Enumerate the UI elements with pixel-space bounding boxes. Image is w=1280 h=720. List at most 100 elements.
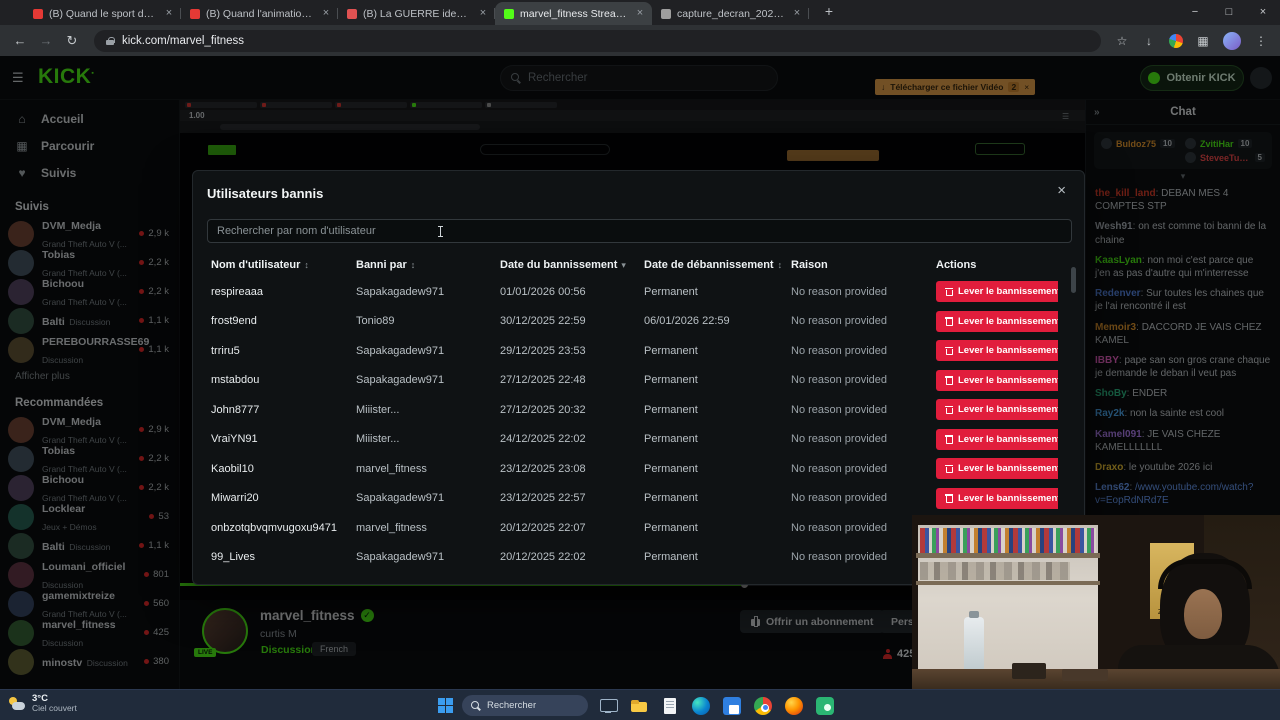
- ban-reason: No reason provided: [791, 344, 888, 357]
- banned-username: respireaaa: [211, 285, 263, 298]
- column-unban-date[interactable]: Date de débannissement ↕: [644, 259, 791, 271]
- ban-reason: No reason provided: [791, 492, 888, 505]
- browser-tab[interactable]: marvel_fitness Stream - Watch ×: [495, 2, 652, 25]
- ban-date: 23/12/2025 23:08: [500, 462, 586, 475]
- weather-widget[interactable]: 3°C Ciel couvert: [8, 693, 77, 714]
- ban-date: 27/12/2025 22:48: [500, 374, 586, 387]
- tab-close-icon[interactable]: ×: [633, 7, 647, 21]
- unban-button[interactable]: Lever le bannissement: [936, 281, 1058, 303]
- sort-icon[interactable]: ↕: [778, 260, 783, 270]
- unban-button[interactable]: Lever le bannissement: [936, 399, 1058, 421]
- trash-icon: [945, 376, 953, 385]
- banned-username: Miwarri20: [211, 492, 259, 505]
- tab-title: (B) Quand le sport devient TOX: [49, 7, 156, 20]
- taskbar-app-monitor[interactable]: [597, 695, 619, 717]
- banned-user-search-input[interactable]: [217, 225, 1062, 237]
- tab-close-icon[interactable]: ×: [162, 7, 176, 21]
- unban-date: 06/01/2026 22:59: [644, 315, 730, 328]
- new-tab-button[interactable]: +: [818, 1, 840, 23]
- ban-date: 29/12/2025 23:53: [500, 344, 586, 357]
- unban-button[interactable]: Lever le bannissement: [936, 340, 1058, 362]
- banned-username: VraiYN91: [211, 433, 258, 446]
- tab-title: capture_decran_2024-07-01_a: [677, 7, 784, 20]
- search-icon: [471, 700, 481, 711]
- window-minimize-button[interactable]: −: [1178, 0, 1212, 25]
- downloads-icon[interactable]: ↓: [1138, 34, 1160, 48]
- unban-date: Permanent: [644, 551, 698, 564]
- window-close-button[interactable]: ×: [1246, 0, 1280, 25]
- banned-username: trriru5: [211, 344, 240, 357]
- window-controls: − □ ×: [1178, 0, 1280, 25]
- trash-icon: [945, 346, 953, 356]
- back-button[interactable]: ←: [8, 29, 32, 53]
- banned-user-row: mstabdou Sapakagadew971 27/12/2025 22:48…: [193, 366, 1084, 396]
- column-banned-by[interactable]: Banni par ↕: [356, 259, 500, 271]
- unban-button[interactable]: Lever le bannissement: [936, 369, 1058, 391]
- browser-menu-icon[interactable]: ⋮: [1250, 34, 1272, 48]
- bookmark-star-icon[interactable]: ☆: [1111, 34, 1133, 48]
- headphones: [1158, 559, 1252, 589]
- firefox-icon[interactable]: [785, 696, 803, 715]
- banned-username: Kaobil10: [211, 462, 254, 475]
- forward-button[interactable]: →: [34, 29, 58, 53]
- column-ban-date[interactable]: Date du bannissement ▾: [500, 259, 644, 271]
- window-maximize-button[interactable]: □: [1212, 0, 1246, 25]
- unban-button[interactable]: Lever le bannissement: [936, 458, 1058, 480]
- streamer-face: [1184, 589, 1222, 639]
- site-info-icon[interactable]: [106, 37, 115, 45]
- desk-item: [1062, 669, 1108, 681]
- chrome-icon[interactable]: [754, 696, 772, 715]
- unban-button[interactable]: Lever le bannissement: [936, 487, 1058, 509]
- edge-icon[interactable]: [692, 696, 710, 715]
- ban-date: 20/12/2025 22:02: [500, 551, 586, 564]
- taskbar-search[interactable]: Rechercher: [462, 695, 588, 716]
- unban-button[interactable]: Lever le bannissement: [936, 310, 1058, 332]
- banned-user-row: trriru5 Sapakagadew971 29/12/2025 23:53 …: [193, 336, 1084, 366]
- screen: (B) Quand le sport devient TOX × (B) Qua…: [0, 0, 1280, 720]
- unban-date: Permanent: [644, 285, 698, 298]
- address-bar[interactable]: [94, 29, 1101, 52]
- banned-user-row: John8777 Miiister... 27/12/2025 20:32 Pe…: [193, 395, 1084, 425]
- toolbar-icons: ☆ ↓ ▦ ⋮: [1111, 31, 1272, 50]
- notepad-icon[interactable]: [659, 695, 681, 717]
- tab-close-icon[interactable]: ×: [476, 7, 490, 21]
- url-input[interactable]: [122, 34, 1089, 47]
- banned-by: Miiister...: [356, 403, 400, 416]
- extensions-grid-icon[interactable]: ▦: [1192, 34, 1214, 48]
- banned-user-row: VraiYN91 Miiister... 24/12/2025 22:02 Pe…: [193, 425, 1084, 455]
- modal-title: Utilisateurs bannis: [207, 186, 324, 201]
- capture-app-icon[interactable]: [816, 696, 834, 715]
- browser-tab[interactable]: (B) Quand le sport devient TOX ×: [24, 2, 181, 25]
- file-explorer-icon[interactable]: [628, 695, 650, 717]
- browser-profile-avatar[interactable]: [1223, 31, 1241, 50]
- calendar-app-icon[interactable]: [723, 696, 741, 715]
- banned-by: Sapakagadew971: [356, 374, 445, 387]
- start-button[interactable]: [438, 698, 453, 713]
- tab-close-icon[interactable]: ×: [790, 7, 804, 21]
- column-username[interactable]: Nom d'utilisateur ↕: [211, 259, 356, 271]
- browser-tab[interactable]: (B) La GUERRE identitaire dans ×: [338, 2, 495, 25]
- sort-icon[interactable]: ↕: [304, 260, 309, 270]
- sort-icon[interactable]: ↕: [411, 260, 416, 270]
- scrollbar-thumb[interactable]: [1071, 267, 1076, 293]
- banned-user-row: frost9end Tonio89 30/12/2025 22:59 06/01…: [193, 307, 1084, 337]
- tab-close-icon[interactable]: ×: [319, 7, 333, 21]
- ban-reason: No reason provided: [791, 374, 888, 387]
- reload-button[interactable]: ↻: [60, 29, 84, 53]
- unban-date: Permanent: [644, 521, 698, 534]
- ban-date: 01/01/2026 00:56: [500, 285, 586, 298]
- banned-username: mstabdou: [211, 374, 260, 387]
- banned-username: onbzotqbvqmvugoxu9471: [211, 521, 337, 534]
- sort-icon[interactable]: ▾: [621, 260, 626, 271]
- browser-tab[interactable]: capture_decran_2024-07-01_a ×: [652, 2, 809, 25]
- tab-favicon: [347, 8, 357, 19]
- trash-icon: [945, 435, 953, 444]
- unban-button[interactable]: Lever le bannissement: [936, 428, 1058, 450]
- trash-icon: [945, 287, 953, 297]
- browser-tab[interactable]: (B) Quand l'animation japonais ×: [181, 2, 338, 25]
- banned-user-row: Miwarri20 Sapakagadew971 23/12/2025 22:5…: [193, 484, 1084, 514]
- extension-icon[interactable]: [1169, 33, 1183, 48]
- banned-user-search[interactable]: [207, 219, 1072, 243]
- unban-date: Permanent: [644, 492, 698, 505]
- close-icon[interactable]: ×: [1057, 183, 1066, 198]
